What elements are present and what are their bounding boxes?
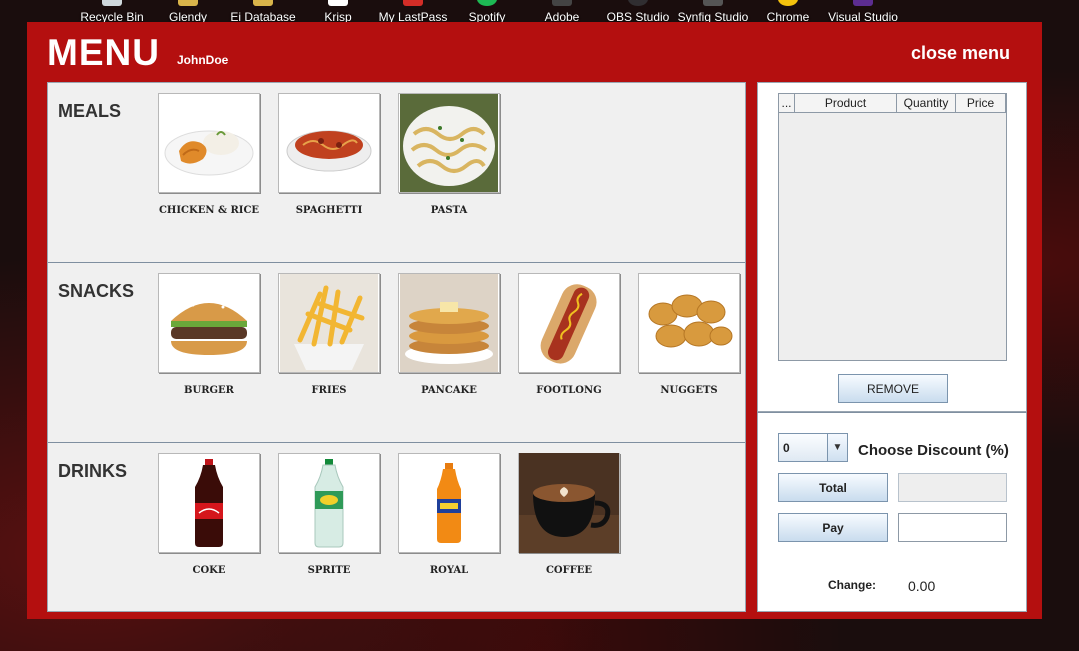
catalog-panel: MEALS CHICKEN & RICE SPAGHETTI PASTA SNA… (47, 82, 746, 612)
folder-icon (253, 0, 273, 6)
item-label: FOOTLONG (536, 385, 602, 396)
item-label: PANCAKE (421, 385, 477, 396)
folder-icon (178, 0, 198, 6)
desktop-icon-obs-studio[interactable]: OBS Studio (598, 0, 678, 24)
menu-item-pasta[interactable]: PASTA (398, 93, 500, 216)
section-snacks: SNACKS BURGER FRIES PANCAKE FOOTLONG NUG… (48, 263, 745, 443)
menu-item-nuggets[interactable]: NUGGETS (638, 273, 740, 396)
burger-image[interactable] (158, 273, 260, 373)
desktop-icon-adobe[interactable]: Adobe (522, 0, 602, 24)
payment-panel: 0 ▼ Choose Discount (%) Total Pay Change… (757, 412, 1027, 612)
item-label: ROYAL (429, 565, 469, 576)
section-meals: MEALS CHICKEN & RICE SPAGHETTI PASTA (48, 83, 745, 263)
payment-amount-field[interactable] (898, 513, 1007, 542)
section-title: DRINKS (58, 461, 128, 481)
adobe-icon (552, 0, 572, 6)
section-title: SNACKS (58, 281, 135, 301)
recycle-bin-icon (102, 0, 122, 6)
item-label: NUGGETS (660, 385, 718, 396)
krisp-icon (328, 0, 348, 6)
order-table[interactable]: ... Product Quantity Price (778, 93, 1007, 361)
cart-panel: ... Product Quantity Price REMOVE (757, 82, 1027, 412)
coffee-image[interactable] (518, 453, 620, 553)
item-label: BURGER (184, 385, 234, 396)
pay-button[interactable]: Pay (778, 513, 888, 542)
desktop-icon-visual-studio[interactable]: Visual Studio (823, 0, 903, 24)
column-header-quantity[interactable]: Quantity (897, 94, 956, 112)
column-header-price[interactable]: Price (956, 94, 1006, 112)
item-label: SPAGHETTI (295, 205, 363, 216)
close-menu-button[interactable]: close menu (911, 43, 1010, 64)
discount-selected-value: 0 (783, 441, 790, 455)
menu-item-footlong[interactable]: FOOTLONG (518, 273, 620, 396)
desktop-icon-synfig-studio[interactable]: Synfig Studio (673, 0, 753, 24)
item-label: FRIES (311, 385, 347, 396)
royal-image[interactable] (398, 453, 500, 553)
menu-item-spaghetti[interactable]: SPAGHETTI (278, 93, 380, 216)
menu-item-pancake[interactable]: PANCAKE (398, 273, 500, 396)
section-title: MEALS (58, 101, 121, 121)
menu-item-coke[interactable]: COKE (158, 453, 260, 576)
chevron-down-icon[interactable]: ▼ (827, 434, 847, 461)
menu-item-fries[interactable]: FRIES (278, 273, 380, 396)
username-label: JohnDoe (177, 53, 229, 67)
desktop-icon-chrome[interactable]: Chrome (748, 0, 828, 24)
order-table-header: ... Product Quantity Price (779, 94, 1006, 113)
desktop-icon-lastpass[interactable]: My LastPass (373, 0, 453, 24)
menu-item-burger[interactable]: BURGER (158, 273, 260, 396)
menu-item-chicken-rice[interactable]: CHICKEN & RICE (158, 93, 260, 216)
desktop-icon-strip: Recycle Bin Glendy Ei Database Krisp My … (0, 0, 1079, 24)
visual-studio-icon (853, 0, 873, 6)
page-title: MENU (47, 32, 160, 73)
item-label: PASTA (430, 205, 468, 216)
desktop-icon-ei-database[interactable]: Ei Database (223, 0, 303, 24)
sprite-image[interactable] (278, 453, 380, 553)
total-button[interactable]: Total (778, 473, 888, 502)
obs-icon (628, 0, 648, 6)
change-label: Change: (828, 578, 876, 592)
remove-button[interactable]: REMOVE (838, 374, 948, 403)
chrome-icon (778, 0, 798, 6)
change-value: 0.00 (908, 578, 936, 594)
discount-dropdown[interactable]: 0 ▼ (778, 433, 848, 462)
lastpass-icon (403, 0, 423, 6)
spaghetti-image[interactable] (278, 93, 380, 193)
pasta-image[interactable] (398, 93, 500, 193)
chicken-rice-image[interactable] (158, 93, 260, 193)
item-label: CHICKEN & RICE (158, 205, 260, 216)
fries-image[interactable] (278, 273, 380, 373)
nuggets-image[interactable] (638, 273, 740, 373)
section-drinks: DRINKS COKE SPRITE ROYAL COFFEE (48, 443, 745, 611)
desktop-icon-glendy[interactable]: Glendy (148, 0, 228, 24)
menu-item-coffee[interactable]: COFFEE (518, 453, 620, 576)
desktop-icon-spotify[interactable]: Spotify (447, 0, 527, 24)
desktop-icon-krisp[interactable]: Krisp (298, 0, 378, 24)
pancake-image[interactable] (398, 273, 500, 373)
coke-image[interactable] (158, 453, 260, 553)
column-header-select[interactable]: ... (779, 94, 795, 112)
menu-item-sprite[interactable]: SPRITE (278, 453, 380, 576)
total-field (898, 473, 1007, 502)
menu-item-royal[interactable]: ROYAL (398, 453, 500, 576)
item-label: SPRITE (307, 565, 351, 576)
menu-window: MENU JohnDoe close menu MEALS CHICKEN & … (27, 22, 1042, 619)
desktop-icon-recycle-bin[interactable]: Recycle Bin (72, 0, 152, 24)
spotify-icon (477, 0, 497, 6)
synfig-icon (703, 0, 723, 6)
item-label: COKE (192, 565, 226, 576)
footlong-image[interactable] (518, 273, 620, 373)
item-label: COFFEE (545, 565, 593, 576)
discount-label: Choose Discount (%) (858, 442, 1009, 459)
column-header-product[interactable]: Product (795, 94, 897, 112)
